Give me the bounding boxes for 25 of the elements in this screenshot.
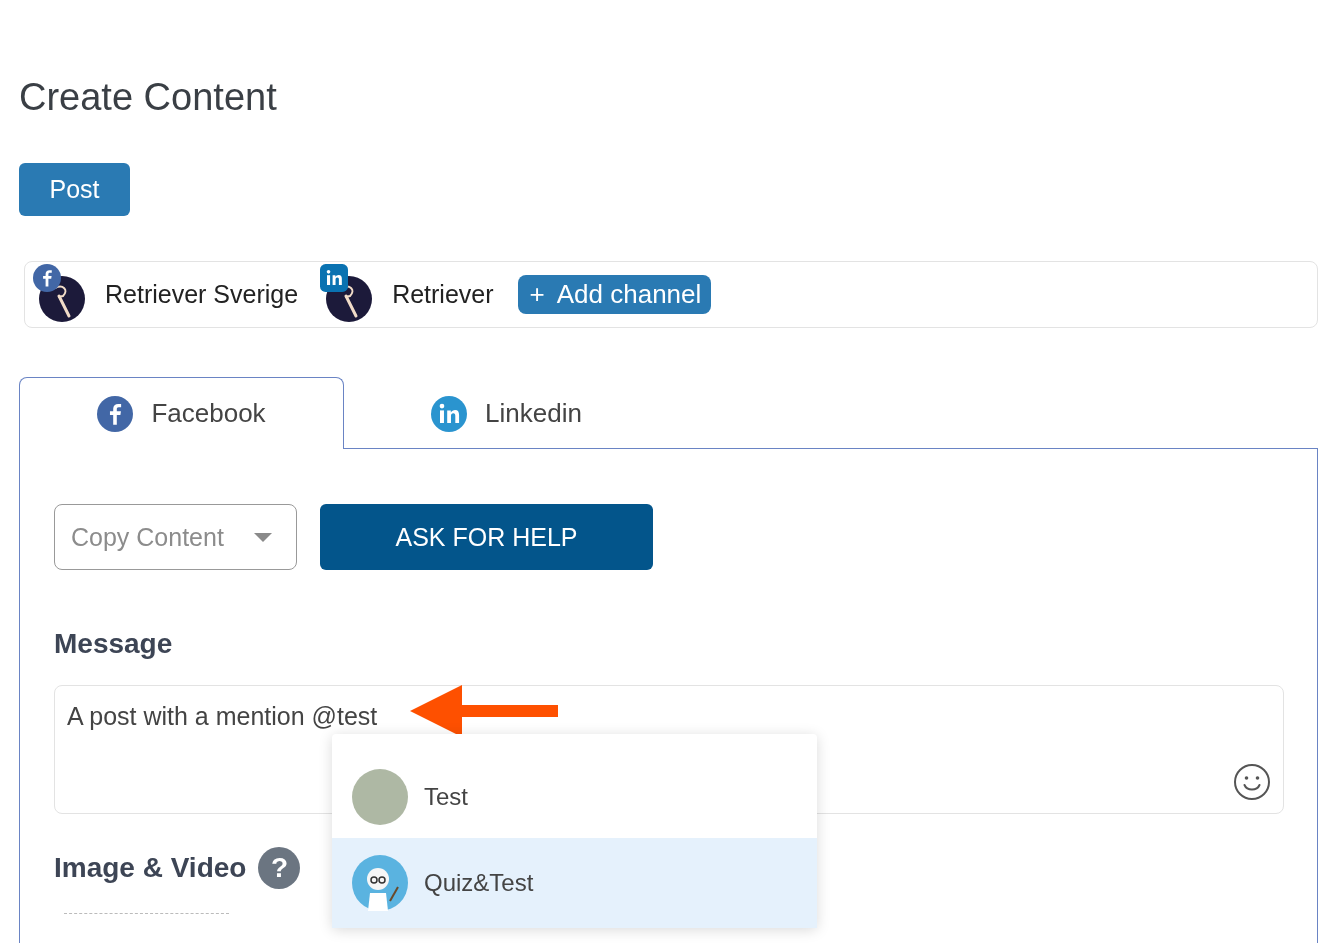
image-video-label: Image & Video — [54, 852, 247, 884]
avatar-icon — [352, 855, 408, 911]
add-channel-button[interactable]: + Add channel — [517, 275, 712, 314]
photo-placeholder — [352, 769, 408, 825]
page-title: Create Content — [19, 75, 278, 120]
tab-label: Facebook — [151, 398, 266, 429]
message-label: Message — [54, 628, 174, 660]
caret-icon — [254, 532, 272, 542]
tab-label: Linkedin — [485, 398, 582, 429]
tab[interactable]: Facebook — [19, 377, 344, 449]
linkedin-icon — [431, 395, 468, 432]
channel-name: Retriever — [392, 280, 494, 309]
channel-name: Retriever Sverige — [105, 280, 299, 309]
linkedin-icon — [320, 263, 349, 292]
post-button[interactable]: Post — [19, 163, 130, 216]
help-icon[interactable]: ? — [258, 847, 301, 889]
mention-option[interactable]: Quiz&Test — [332, 838, 817, 928]
mention-option[interactable]: Test — [332, 756, 817, 838]
facebook-icon — [33, 263, 61, 292]
facebook-icon — [97, 395, 134, 432]
mention-name: Test — [424, 783, 468, 811]
mention-name: Quiz&Test — [424, 869, 534, 897]
smiley-icon[interactable] — [1233, 763, 1271, 801]
ask-for-help-button[interactable]: ASK FOR HELP — [320, 504, 653, 570]
tab[interactable]: Linkedin — [344, 379, 669, 449]
